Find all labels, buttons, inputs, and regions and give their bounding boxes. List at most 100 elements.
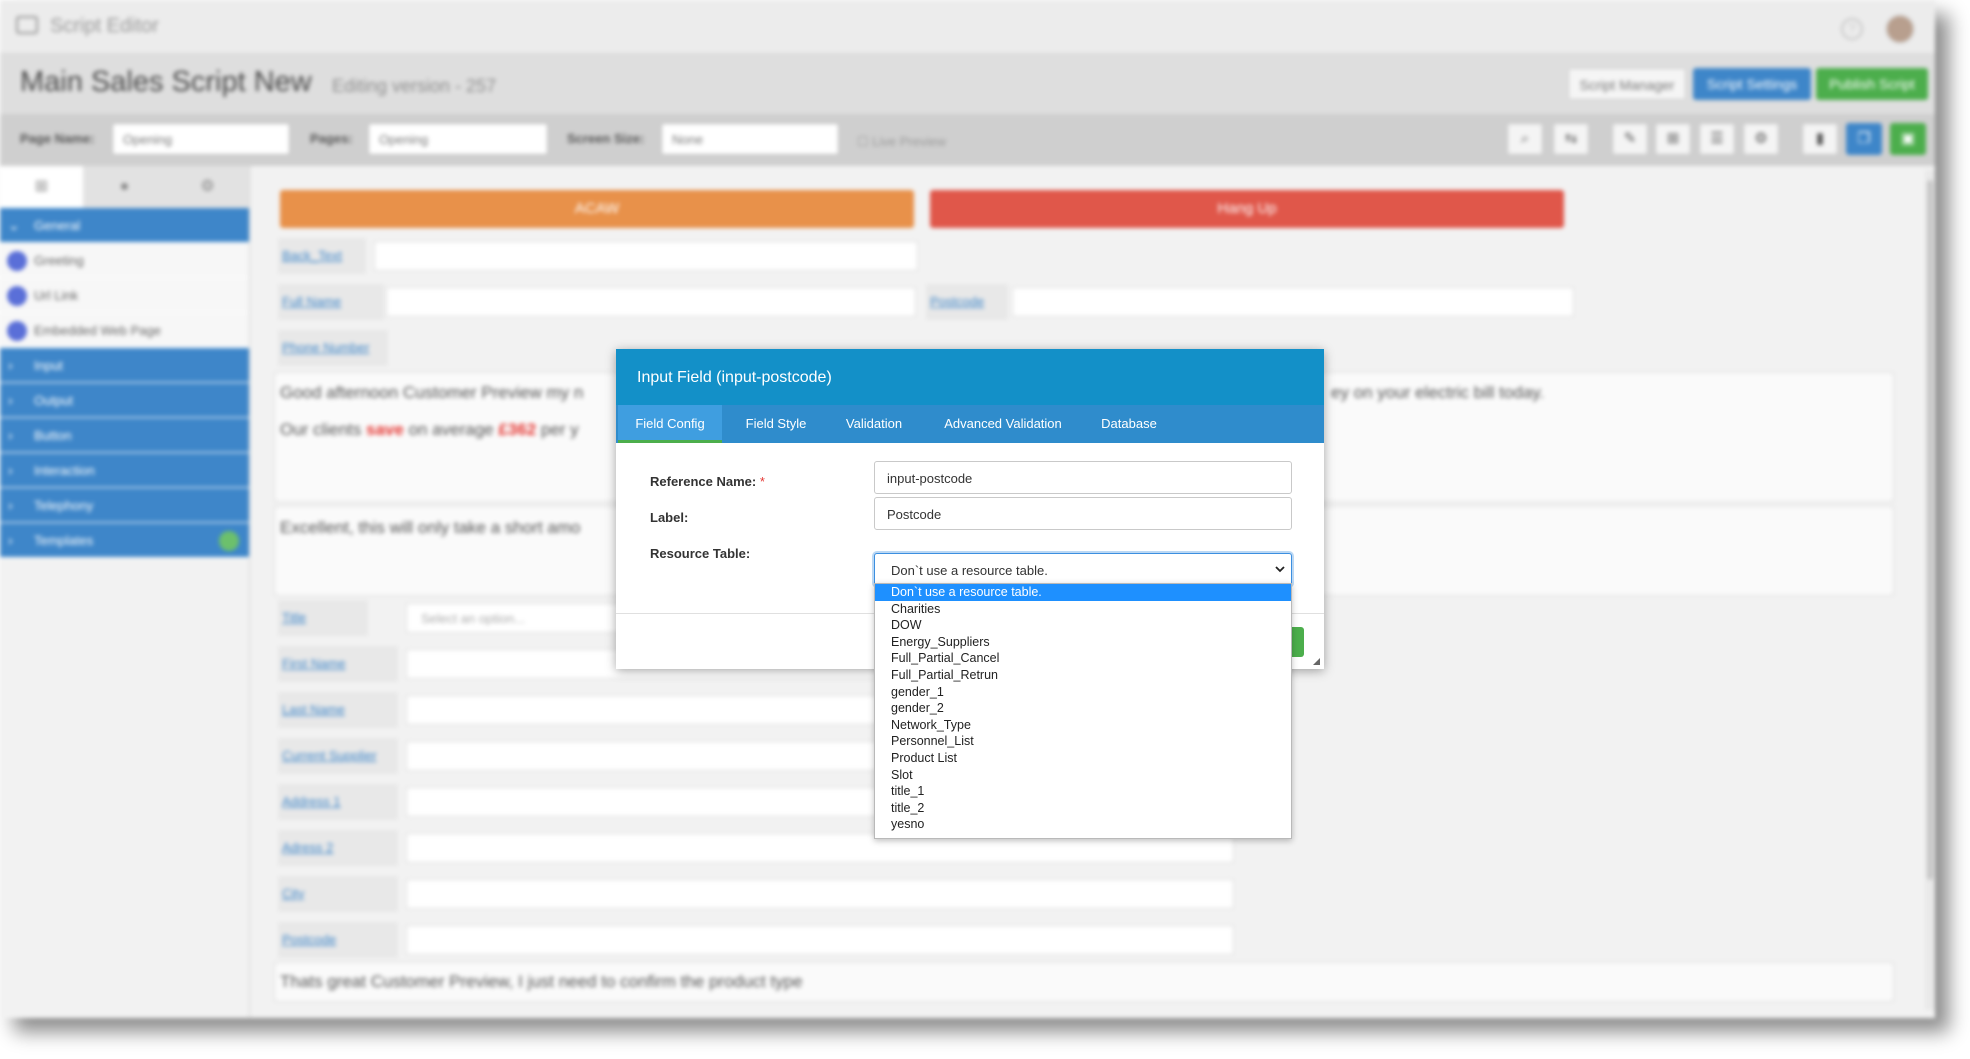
dropdown-option[interactable]: Energy_Suppliers [875, 634, 1291, 651]
dropdown-option[interactable]: Don`t use a resource table. [875, 584, 1291, 601]
sidebar-item-telephony[interactable]: › Telephony [0, 488, 249, 523]
field-label[interactable]: Last Name [278, 692, 398, 728]
script-manager-button[interactable]: Script Manager [1568, 68, 1686, 100]
tab-validation[interactable]: Validation [828, 405, 920, 443]
page-toolbar: Page Name: Opening Pages: Opening Screen… [0, 114, 1935, 166]
field-label[interactable]: First Name [278, 646, 398, 682]
field-label[interactable]: Postcode [278, 922, 398, 958]
scrollbar-thumb[interactable] [1927, 180, 1933, 880]
field-input[interactable] [374, 241, 918, 271]
link-icon [7, 286, 27, 306]
sidebar-item-greeting[interactable]: Greeting [0, 243, 249, 278]
field-input[interactable] [406, 879, 1234, 909]
wand-icon[interactable]: ✎ [1612, 123, 1648, 155]
sidebar-item-button[interactable]: › Button [0, 418, 249, 453]
resize-handle-icon[interactable] [1313, 658, 1320, 665]
script-name: Main Sales Script New [20, 66, 312, 98]
field-label[interactable]: Full Name [278, 284, 384, 320]
sidebar: ⊞ ● ⚙ ⌄ General Greeting Url Link Embedde… [0, 166, 250, 1018]
dropdown-option[interactable]: Network_Type [875, 717, 1291, 734]
field-label[interactable]: Current Supplier [278, 738, 398, 774]
dropdown-option[interactable]: Full_Partial_Cancel [875, 650, 1291, 667]
reference-name-input[interactable]: input-postcode [874, 461, 1292, 494]
page-name-input[interactable]: Opening [112, 123, 290, 155]
hang-up-button[interactable]: Hang Up [930, 190, 1564, 228]
dropdown-option[interactable]: gender_1 [875, 684, 1291, 701]
dropdown-option[interactable]: yesno [875, 816, 1291, 833]
app-logo-icon [16, 16, 38, 34]
app-title: Script Editor [50, 15, 159, 37]
dropdown-option[interactable]: Personnel_List [875, 733, 1291, 750]
sidebar-item-input[interactable]: › Input [0, 348, 249, 383]
tab-field-style[interactable]: Field Style [726, 405, 826, 443]
label-input[interactable]: Postcode [874, 497, 1292, 530]
screen-size-select[interactable]: None [661, 123, 839, 155]
list-icon[interactable]: ☰ [1699, 123, 1735, 155]
tab-advanced-validation[interactable]: Advanced Validation [922, 405, 1084, 443]
field-label[interactable]: Address 1 [278, 784, 398, 820]
globe-icon [7, 321, 27, 341]
tab-components-icon[interactable]: ⊞ [0, 166, 83, 208]
acaw-button[interactable]: ACAW [280, 190, 914, 228]
add-template-icon[interactable] [219, 531, 239, 551]
sitemap-icon[interactable]: ⊞ [1655, 123, 1691, 155]
sidebar-item-url-link[interactable]: Url Link [0, 278, 249, 313]
save-icon[interactable]: ▣ [1890, 123, 1926, 155]
sidebar-item-general[interactable]: ⌄ General [0, 208, 249, 243]
field-label[interactable]: Adress 2 [278, 830, 398, 866]
version-text: Editing version - 257 [332, 76, 497, 96]
chevron-right-icon: › [8, 427, 13, 443]
copy-icon[interactable]: ❐ [1846, 123, 1882, 155]
tab-database[interactable]: Database [1086, 405, 1172, 443]
savings-text: Our clients save on average £362 per y [280, 420, 579, 439]
sidebar-item-output[interactable]: › Output [0, 383, 249, 418]
reference-name-label: Reference Name: * [650, 474, 765, 489]
resource-table-select[interactable]: Don`t use a resource table. [874, 553, 1292, 586]
chevron-down-icon [1275, 566, 1285, 573]
publish-script-button[interactable]: Publish Script [1816, 68, 1928, 100]
sidebar-item-interaction[interactable]: › Interaction [0, 453, 249, 488]
page-scrollbar[interactable] [1925, 170, 1935, 1010]
live-preview-checkbox[interactable]: ☐ Live Preview [857, 134, 946, 150]
dropdown-option[interactable]: Slot [875, 767, 1291, 784]
field-label[interactable]: Postcode [926, 284, 1008, 320]
search-icon[interactable]: ⌕ [1507, 123, 1543, 155]
help-icon[interactable]: ? [1841, 18, 1863, 40]
field-label[interactable]: Title [278, 600, 368, 636]
tab-settings-icon[interactable]: ⚙ [166, 166, 249, 208]
gear-icon[interactable]: ⚙ [1743, 123, 1779, 155]
flow-icon[interactable]: ⇆ [1553, 123, 1589, 155]
sidebar-item-embedded-web-page[interactable]: Embedded Web Page [0, 313, 249, 348]
field-input[interactable] [386, 287, 916, 317]
dropdown-option[interactable]: title_1 [875, 783, 1291, 800]
pages-select[interactable]: Opening [368, 123, 548, 155]
resource-table-value: Don`t use a resource table. [891, 563, 1048, 578]
chevron-right-icon: › [8, 462, 13, 478]
tab-field-config[interactable]: Field Config [618, 405, 722, 443]
page-icon[interactable]: ▮ [1802, 123, 1838, 155]
tab-variables-icon[interactable]: ● [83, 166, 166, 208]
field-label[interactable]: Back_Text [278, 238, 366, 274]
sidebar-tabs: ⊞ ● ⚙ [0, 166, 249, 208]
dropdown-option[interactable]: gender_2 [875, 700, 1291, 717]
title-select[interactable]: Select an option... [406, 603, 636, 633]
excellent-text: Excellent, this will only take a short a… [280, 518, 581, 537]
sidebar-item-templates[interactable]: › Templates [0, 523, 249, 558]
dropdown-option[interactable]: DOW [875, 617, 1291, 634]
live-preview-label: Live Preview [872, 134, 946, 149]
chevron-right-icon: › [8, 357, 13, 373]
dropdown-option[interactable]: Full_Partial_Retrun [875, 667, 1291, 684]
dropdown-option[interactable]: Charities [875, 601, 1291, 618]
field-input[interactable] [406, 925, 1234, 955]
dropdown-option[interactable]: Product List [875, 750, 1291, 767]
field-label[interactable]: City [278, 876, 398, 912]
avatar[interactable] [1885, 14, 1915, 44]
greeting-text-end: ey on your electric bill today. [1331, 383, 1545, 402]
script-settings-button[interactable]: Script Settings [1693, 68, 1811, 100]
field-label[interactable]: Phone Number [278, 330, 388, 366]
modal-tabs: Field Config Field Style Validation Adva… [616, 405, 1324, 443]
save-button[interactable] [1290, 627, 1304, 657]
field-input[interactable] [1012, 287, 1574, 317]
chevron-down-icon: ⌄ [8, 217, 20, 233]
dropdown-option[interactable]: title_2 [875, 800, 1291, 817]
